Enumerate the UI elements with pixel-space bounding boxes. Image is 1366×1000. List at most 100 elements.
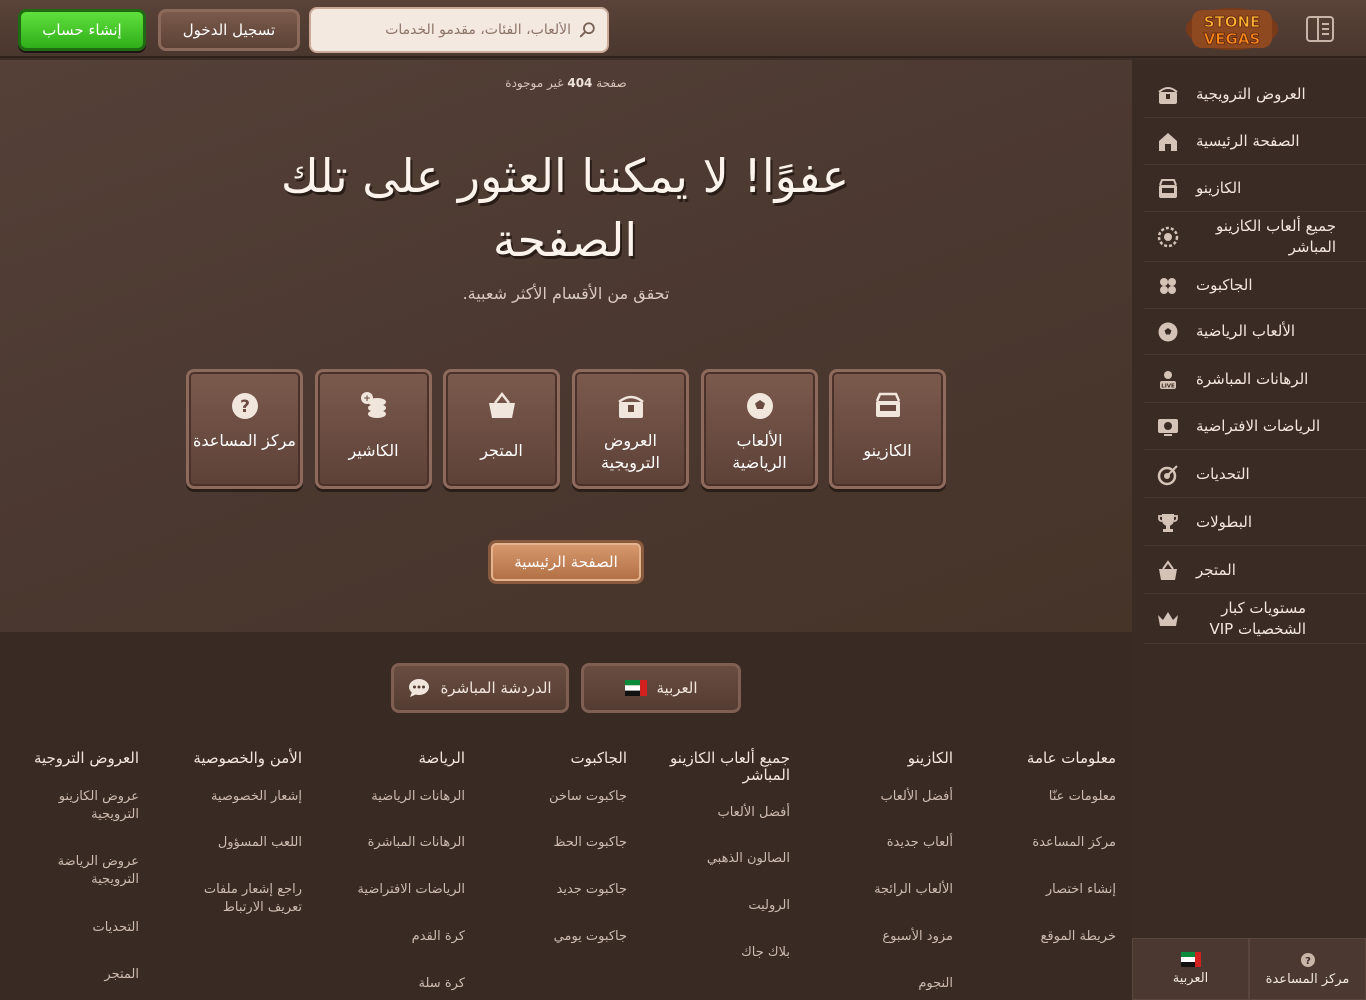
footer-link[interactable]: أفضل الألعاب (880, 788, 953, 806)
live-casino-chip-icon (1157, 226, 1179, 247)
footer-link[interactable]: خريطة الموقع (1040, 928, 1116, 946)
register-button[interactable]: إنشاء حساب (18, 9, 146, 51)
footer-column-jackpot: الجاكبوت جاكبوت ساخن جاكبوت الحظ جاكبوت … (510, 749, 627, 945)
casino-icon (1159, 178, 1177, 198)
sidebar-toggle-icon[interactable] (1305, 14, 1335, 44)
footer-link[interactable]: كرة القدم (412, 928, 465, 946)
footer-link[interactable]: الرهانات المباشرة (368, 834, 465, 852)
logo-text-bottom: VEGAS (1204, 30, 1261, 48)
footer-column-heading: الكازينو (907, 749, 953, 767)
casino-icon (875, 392, 901, 417)
sidebar-item-promotions[interactable]: العروض الترويجية (1144, 72, 1366, 118)
footer-link[interactable]: الرهانات الرياضية (371, 788, 465, 806)
sidebar-item-tournaments[interactable]: البطولات (1144, 500, 1366, 546)
promotions-chest-icon (1158, 86, 1178, 104)
footer-link[interactable]: إنشاء اختصار (1046, 881, 1116, 899)
sidebar-item-live-bets[interactable]: الرهانات المباشرة LIVE (1144, 357, 1366, 403)
basket-icon (489, 391, 515, 418)
section-card-shop[interactable]: المتجر (443, 369, 560, 489)
footer-link[interactable]: بلاك جاك (741, 944, 790, 962)
popular-sections: الكازينو الألعاب الرياضية العروض الترويج… (186, 369, 946, 489)
help-center-button[interactable]: ? مركز المساعدة (1249, 938, 1366, 1000)
login-button[interactable]: تسجيل الدخول (158, 9, 300, 51)
main-content: صفحة 404 غير موجودة عفوًا! لا يمكننا الع… (0, 60, 1132, 632)
language-selector[interactable]: العربية (1132, 938, 1249, 1000)
section-card-label: المتجر (480, 441, 523, 460)
sidebar-item-vip[interactable]: مستويات كبار الشخصيات VIP (1144, 594, 1366, 644)
footer-column-promotions: العروض التروجية عروض الكازينو الترويجية … (20, 750, 139, 983)
clover-icon (1160, 277, 1176, 294)
sidebar-item-label: العروض الترويجية (1196, 85, 1306, 103)
section-card-sports[interactable]: الألعاب الرياضية (701, 369, 818, 489)
footer-link[interactable]: أفضل الألعاب (717, 804, 790, 822)
sidebar-item-sports[interactable]: الألعاب الرياضية (1144, 309, 1366, 355)
footer-column-live-casino: جميع ألعاب الكازينو المباشر أفضل الألعاب… (660, 749, 790, 961)
footer-column-privacy: الأمن والخصوصية إشعار الخصوصية اللعب الم… (180, 750, 302, 916)
section-card-casino[interactable]: الكازينو (829, 369, 946, 489)
footer-link[interactable]: عروض الرياضة الترويجية (29, 853, 139, 889)
footer-link[interactable]: الصالون الذهبي (707, 850, 790, 868)
footer-link[interactable]: المتجر (104, 966, 139, 984)
sidebar-item-home[interactable]: الصفحة الرئيسية (1144, 119, 1366, 165)
footer-link[interactable]: التحديات (92, 919, 139, 937)
sidebar-item-virtual-sports[interactable]: الرياضات الافتراضية (1144, 404, 1366, 450)
cashier-coins-icon: + (361, 392, 386, 418)
sidebar-item-label: الألعاب الرياضية (1196, 322, 1296, 340)
footer-link[interactable]: جاكبوت الحظ (554, 834, 628, 852)
footer-column-heading: الرياضة (418, 749, 465, 767)
section-card-help[interactable]: ? مركز المساعدة (186, 369, 303, 489)
footer-link[interactable]: جاكبوت يومي (554, 928, 627, 946)
home-icon (1159, 132, 1177, 151)
sidebar-item-label: الصفحة الرئيسية (1196, 132, 1300, 150)
home-button[interactable]: الصفحة الرئيسية (488, 540, 644, 584)
live-chat-button[interactable]: الدردشة المباشرة (391, 663, 569, 713)
stone-vegas-logo[interactable]: STONE VEGAS (1184, 6, 1280, 52)
help-icon: ? (232, 393, 258, 419)
sidebar-item-label: الرياضات الافتراضية (1196, 417, 1321, 435)
svg-text:LIVE: LIVE (1161, 383, 1175, 389)
footer-link[interactable]: مزود الأسبوع (882, 928, 953, 946)
footer-link[interactable]: ألعاب جديدة (887, 834, 953, 852)
sidebar-item-label: الجاكبوت (1196, 276, 1253, 294)
uae-flag-icon (1180, 952, 1201, 967)
svg-text:?: ? (240, 397, 250, 417)
footer-language-button[interactable]: العربية (581, 663, 741, 713)
help-icon: ? (1300, 952, 1315, 967)
sidebar-item-live-casino[interactable]: جميع ألعاب الكازينو المباشر (1144, 212, 1366, 262)
section-card-cashier[interactable]: + الكاشير (315, 369, 432, 489)
footer-link[interactable]: الألعاب الرائجة (874, 881, 953, 899)
footer-link[interactable]: جاكبوت جديد (557, 881, 628, 899)
search-input[interactable] (321, 9, 571, 51)
virtual-sports-icon (1158, 418, 1178, 436)
footer-link[interactable]: النجوم (918, 975, 953, 993)
footer-language-label: العربية (656, 679, 698, 697)
breadcrumb-prefix: صفحة (596, 76, 627, 90)
sidebar-item-casino[interactable]: الكازينو (1144, 166, 1366, 212)
footer-link[interactable]: الروليت (748, 897, 790, 915)
footer-link[interactable]: إشعار الخصوصية (211, 788, 302, 806)
footer-link[interactable]: عروض الكازينو الترويجية (29, 788, 139, 824)
sidebar-item-label: التحديات (1196, 465, 1250, 483)
footer-link[interactable]: معلومات عنّا (1049, 788, 1116, 806)
footer-link[interactable]: الرياضات الافتراضية (357, 881, 465, 899)
crown-icon (1158, 611, 1178, 626)
sidebar-item-shop[interactable]: المتجر (1144, 548, 1366, 594)
footer-link[interactable]: راجع إشعار ملفات تعريف الارتباط (180, 881, 302, 917)
sidebar-item-label: جميع ألعاب الكازينو المباشر (1216, 216, 1336, 256)
search-box[interactable] (309, 7, 609, 53)
footer-link[interactable]: مركز المساعدة (1032, 834, 1116, 852)
footer-column-heading: جميع ألعاب الكازينو المباشر (670, 749, 790, 784)
footer-column-heading: الجاكبوت (570, 749, 627, 767)
target-icon (1157, 464, 1178, 485)
logo-text-top: STONE (1204, 13, 1261, 31)
live-bet-icon: LIVE (1160, 370, 1176, 389)
search-icon (579, 22, 595, 38)
sidebar-item-jackpot[interactable]: الجاكبوت (1144, 263, 1366, 309)
section-card-promotions[interactable]: العروض الترويجية (572, 369, 689, 489)
sidebar-item-challenges[interactable]: التحديات (1144, 452, 1366, 498)
footer-column-heading: معلومات عامة (1026, 749, 1116, 767)
footer-link[interactable]: جاكبوت ساخن (549, 788, 627, 806)
breadcrumb-suffix: غير موجودة (505, 76, 564, 90)
footer-link[interactable]: كرة سلة (419, 975, 465, 993)
footer-link[interactable]: اللعب المسؤول (218, 834, 302, 852)
